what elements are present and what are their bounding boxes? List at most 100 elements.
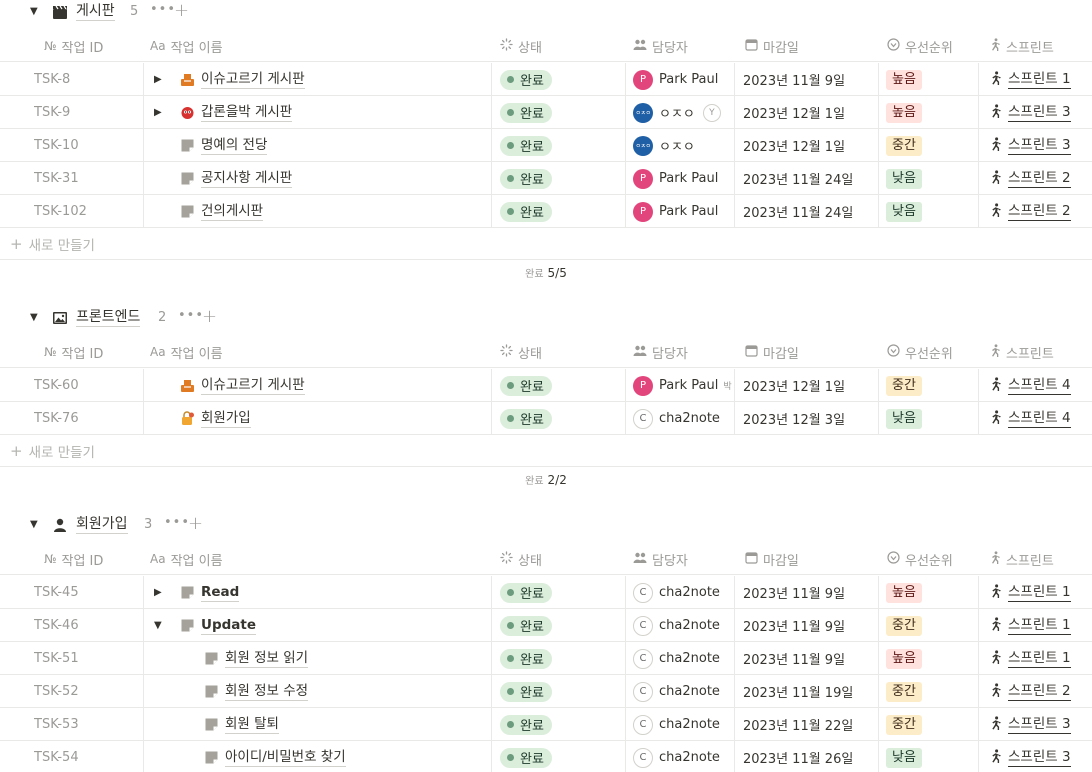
- sprint-cell[interactable]: 스프린트 3: [988, 96, 1071, 129]
- column-header-assignee[interactable]: 담당자: [633, 336, 688, 368]
- sprint-link[interactable]: 스프린트 1: [1008, 617, 1071, 635]
- calculation-summary[interactable]: 완료 5/5: [0, 265, 1092, 285]
- table-row[interactable]: TSK-60 이슈고르기 게시판 완료 P Park Paul 박 2023년 12월 1일…: [0, 369, 1092, 402]
- column-header-status[interactable]: 상태: [499, 30, 542, 62]
- status-cell[interactable]: 완료: [500, 162, 552, 195]
- sprint-cell[interactable]: 스프린트 3: [988, 741, 1071, 772]
- sprint-cell[interactable]: 스프린트 2: [988, 195, 1071, 228]
- priority-cell[interactable]: 중간: [886, 609, 922, 642]
- more-options-icon[interactable]: •••: [178, 308, 204, 323]
- sprint-cell[interactable]: 스프린트 3: [988, 708, 1071, 741]
- sprint-link[interactable]: 스프린트 1: [1008, 650, 1071, 668]
- task-title[interactable]: 이슈고르기 게시판: [201, 71, 305, 89]
- sprint-link[interactable]: 스프린트 4: [1008, 410, 1071, 428]
- task-title-cell[interactable]: 명예의 전당: [180, 129, 268, 162]
- status-cell[interactable]: 완료: [500, 402, 552, 435]
- sprint-link[interactable]: 스프린트 1: [1008, 584, 1071, 602]
- new-item-button[interactable]: + 새로 만들기: [0, 435, 1092, 467]
- table-row[interactable]: TSK-9 ▶ 갑론을박 게시판 완료 ㅇㅈㅇ ㅇㅈㅇ Y 2023년 12월 1일 높음 스프린…: [0, 96, 1092, 129]
- table-row[interactable]: TSK-8 ▶ 이슈고르기 게시판 완료 P Park Paul 2023년 11월 9일 높…: [0, 63, 1092, 96]
- table-row[interactable]: TSK-52 회원 정보 수정 완료 Ccha2note 2023년 11월 19일 중간…: [0, 675, 1092, 708]
- add-item-icon[interactable]: +: [174, 0, 189, 21]
- task-title[interactable]: 건의게시판: [201, 203, 264, 221]
- sprint-link[interactable]: 스프린트 1: [1008, 71, 1071, 89]
- sprint-cell[interactable]: 스프린트 1: [988, 609, 1071, 642]
- due-date[interactable]: 2023년 12월 1일: [743, 129, 845, 162]
- task-title[interactable]: 회원 탈퇴: [225, 716, 279, 734]
- sprint-link[interactable]: 스프린트 2: [1008, 203, 1071, 221]
- task-title-cell[interactable]: 건의게시판: [180, 195, 264, 228]
- column-header-title[interactable]: Aa 작업 이름: [150, 30, 223, 62]
- column-header-sprint[interactable]: 스프린트: [987, 30, 1054, 62]
- task-title[interactable]: 회원 정보 수정: [225, 683, 309, 701]
- collapse-toggle-icon[interactable]: ▼: [30, 312, 42, 324]
- assignee-cell[interactable]: Ccha2note: [633, 708, 733, 741]
- column-header-due[interactable]: 마감일: [744, 30, 799, 62]
- table-row[interactable]: TSK-76 회원가입 완료 Ccha2note 2023년 12월 3일 낮음 스프린트 …: [0, 402, 1092, 435]
- collapse-toggle-icon[interactable]: ▼: [154, 620, 162, 631]
- task-title[interactable]: Update: [201, 617, 257, 635]
- due-date[interactable]: 2023년 11월 9일: [743, 642, 845, 675]
- add-item-icon[interactable]: +: [188, 513, 203, 534]
- assignee-cell[interactable]: Ccha2note: [633, 609, 733, 642]
- assignee-cell[interactable]: P Park Paul: [633, 195, 733, 228]
- group-title[interactable]: 프론트엔드: [76, 309, 141, 327]
- status-cell[interactable]: 완료: [500, 96, 552, 129]
- add-item-icon[interactable]: +: [202, 306, 217, 327]
- task-title-cell[interactable]: 회원 탈퇴: [204, 708, 279, 741]
- assignee-cell[interactable]: Ccha2note: [633, 576, 733, 609]
- table-row[interactable]: TSK-54 아이디/비밀번호 찾기 완료 Ccha2note 2023년 11월 26…: [0, 741, 1092, 772]
- column-header-due[interactable]: 마감일: [744, 336, 799, 368]
- sprint-link[interactable]: 스프린트 3: [1008, 137, 1071, 155]
- calculation-summary[interactable]: 완료 2/2: [0, 472, 1092, 492]
- table-row[interactable]: TSK-51 회원 정보 읽기 완료 Ccha2note 2023년 11월 9일 높음 스…: [0, 642, 1092, 675]
- task-title[interactable]: 갑론을박 게시판: [201, 104, 293, 122]
- due-date[interactable]: 2023년 11월 24일: [743, 195, 853, 228]
- task-title-cell[interactable]: 회원 정보 읽기: [204, 642, 309, 675]
- task-title[interactable]: 회원 정보 읽기: [225, 650, 309, 668]
- due-date[interactable]: 2023년 12월 1일: [743, 96, 845, 129]
- column-header-title[interactable]: Aa 작업 이름: [150, 336, 223, 368]
- group-header[interactable]: ▼ 게시판 5 ••• +: [0, 0, 260, 26]
- assignee-cell[interactable]: P Park Paul: [633, 162, 733, 195]
- sprint-cell[interactable]: 스프린트 2: [988, 675, 1071, 708]
- status-cell[interactable]: 완료: [500, 576, 552, 609]
- more-options-icon[interactable]: •••: [150, 2, 176, 17]
- task-title[interactable]: 회원가입: [201, 410, 251, 428]
- assignee-cell[interactable]: P Park Paul: [633, 63, 733, 96]
- priority-cell[interactable]: 낮음: [886, 402, 922, 435]
- task-title[interactable]: 공지사항 게시판: [201, 170, 293, 188]
- assignee-cell[interactable]: Ccha2note: [633, 642, 733, 675]
- priority-cell[interactable]: 중간: [886, 369, 922, 402]
- priority-cell[interactable]: 낮음: [886, 741, 922, 772]
- task-title-cell[interactable]: 공지사항 게시판: [180, 162, 293, 195]
- sprint-cell[interactable]: 스프린트 1: [988, 63, 1071, 96]
- table-row[interactable]: TSK-10 명예의 전당 완료 ㅇㅈㅇ ㅇㅈㅇ 2023년 12월 1일 중간 스프린트 3: [0, 129, 1092, 162]
- column-header-status[interactable]: 상태: [499, 336, 542, 368]
- sprint-link[interactable]: 스프린트 4: [1008, 377, 1071, 395]
- sprint-cell[interactable]: 스프린트 4: [988, 402, 1071, 435]
- sprint-cell[interactable]: 스프린트 1: [988, 642, 1071, 675]
- task-title-cell[interactable]: 회원 정보 수정: [204, 675, 309, 708]
- new-item-button[interactable]: + 새로 만들기: [0, 228, 1092, 260]
- task-title[interactable]: Read: [201, 584, 240, 602]
- task-title-cell[interactable]: 회원가입: [180, 402, 251, 435]
- priority-cell[interactable]: 높음: [886, 96, 922, 129]
- priority-cell[interactable]: 높음: [886, 63, 922, 96]
- due-date[interactable]: 2023년 12월 3일: [743, 402, 845, 435]
- column-header-priority[interactable]: 우선순위: [886, 30, 953, 62]
- sprint-cell[interactable]: 스프린트 3: [988, 129, 1071, 162]
- collapse-toggle-icon[interactable]: ▼: [30, 6, 42, 18]
- priority-cell[interactable]: 높음: [886, 642, 922, 675]
- table-row[interactable]: TSK-45 ▶ Read 완료 Ccha2note 2023년 11월 9일 높음 스프린트…: [0, 576, 1092, 609]
- collapse-toggle-icon[interactable]: ▼: [30, 519, 42, 531]
- status-cell[interactable]: 완료: [500, 369, 552, 402]
- priority-cell[interactable]: 중간: [886, 129, 922, 162]
- column-header-id[interactable]: № 작업 ID: [44, 30, 103, 62]
- due-date[interactable]: 2023년 11월 9일: [743, 609, 845, 642]
- expand-toggle-icon[interactable]: ▶: [154, 74, 162, 85]
- sprint-cell[interactable]: 스프린트 4: [988, 369, 1071, 402]
- group-header[interactable]: ▼ 프론트엔드 2 ••• +: [0, 306, 260, 332]
- expand-toggle-icon[interactable]: ▶: [154, 587, 162, 598]
- column-header-due[interactable]: 마감일: [744, 543, 799, 575]
